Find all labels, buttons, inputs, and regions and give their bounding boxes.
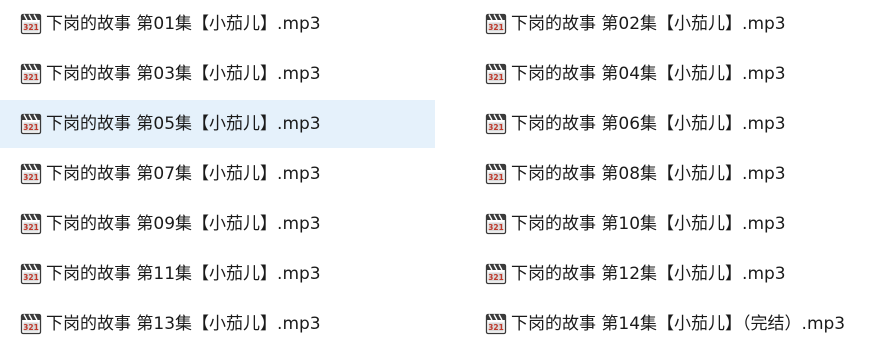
svg-text:321: 321 [23, 73, 39, 82]
media-file-icon: 321 [20, 163, 42, 185]
media-file-icon: 321 [485, 63, 507, 85]
svg-text:321: 321 [488, 323, 504, 332]
file-item[interactable]: 321 下岗的故事 第04集【小茄儿】.mp3 [435, 50, 880, 98]
media-file-icon: 321 [485, 113, 507, 135]
file-item[interactable]: 321 下岗的故事 第07集【小茄儿】.mp3 [0, 150, 435, 198]
media-file-icon: 321 [20, 313, 42, 335]
file-item[interactable]: 321 下岗的故事 第10集【小茄儿】.mp3 [435, 200, 880, 248]
svg-text:321: 321 [23, 173, 39, 182]
svg-text:321: 321 [23, 123, 39, 132]
file-item[interactable]: 321 下岗的故事 第03集【小茄儿】.mp3 [0, 50, 435, 98]
file-name: 下岗的故事 第10集【小茄儿】.mp3 [511, 214, 786, 234]
media-file-icon: 321 [485, 313, 507, 335]
file-name: 下岗的故事 第14集【小茄儿】（完结）.mp3 [511, 314, 846, 334]
media-file-icon: 321 [20, 63, 42, 85]
file-name: 下岗的故事 第12集【小茄儿】.mp3 [511, 264, 786, 284]
file-name: 下岗的故事 第08集【小茄儿】.mp3 [511, 164, 786, 184]
media-file-icon: 321 [485, 13, 507, 35]
svg-text:321: 321 [23, 323, 39, 332]
svg-text:321: 321 [23, 23, 39, 32]
file-item[interactable]: 321 下岗的故事 第02集【小茄儿】.mp3 [435, 0, 880, 48]
file-item[interactable]: 321 下岗的故事 第08集【小茄儿】.mp3 [435, 150, 880, 198]
svg-text:321: 321 [488, 173, 504, 182]
media-file-icon: 321 [20, 113, 42, 135]
file-item[interactable]: 321 下岗的故事 第01集【小茄儿】.mp3 [0, 0, 435, 48]
file-name: 下岗的故事 第03集【小茄儿】.mp3 [46, 64, 321, 84]
file-name: 下岗的故事 第01集【小茄儿】.mp3 [46, 14, 321, 34]
file-item[interactable]: 321 下岗的故事 第14集【小茄儿】（完结）.mp3 [435, 300, 880, 348]
media-file-icon: 321 [485, 263, 507, 285]
media-file-icon: 321 [485, 163, 507, 185]
media-file-icon: 321 [20, 213, 42, 235]
file-item-selected[interactable]: 321 下岗的故事 第05集【小茄儿】.mp3 [0, 100, 435, 148]
file-name: 下岗的故事 第11集【小茄儿】.mp3 [46, 264, 321, 284]
file-item[interactable]: 321 下岗的故事 第06集【小茄儿】.mp3 [435, 100, 880, 148]
svg-text:321: 321 [488, 223, 504, 232]
file-name: 下岗的故事 第05集【小茄儿】.mp3 [46, 114, 321, 134]
svg-text:321: 321 [23, 223, 39, 232]
media-file-icon: 321 [485, 213, 507, 235]
file-list: 321 下岗的故事 第01集【小茄儿】.mp3 321 下岗的故事 第02集【小… [0, 0, 880, 358]
file-name: 下岗的故事 第06集【小茄儿】.mp3 [511, 114, 786, 134]
file-item[interactable]: 321 下岗的故事 第09集【小茄儿】.mp3 [0, 200, 435, 248]
file-name: 下岗的故事 第07集【小茄儿】.mp3 [46, 164, 321, 184]
svg-text:321: 321 [488, 73, 504, 82]
file-name: 下岗的故事 第04集【小茄儿】.mp3 [511, 64, 786, 84]
file-name: 下岗的故事 第02集【小茄儿】.mp3 [511, 14, 786, 34]
media-file-icon: 321 [20, 263, 42, 285]
file-item[interactable]: 321 下岗的故事 第11集【小茄儿】.mp3 [0, 250, 435, 298]
file-item[interactable]: 321 下岗的故事 第12集【小茄儿】.mp3 [435, 250, 880, 298]
file-name: 下岗的故事 第13集【小茄儿】.mp3 [46, 314, 321, 334]
svg-text:321: 321 [488, 23, 504, 32]
file-item[interactable]: 321 下岗的故事 第13集【小茄儿】.mp3 [0, 300, 435, 348]
svg-text:321: 321 [488, 273, 504, 282]
svg-text:321: 321 [23, 273, 39, 282]
media-file-icon: 321 [20, 13, 42, 35]
file-name: 下岗的故事 第09集【小茄儿】.mp3 [46, 214, 321, 234]
svg-text:321: 321 [488, 123, 504, 132]
